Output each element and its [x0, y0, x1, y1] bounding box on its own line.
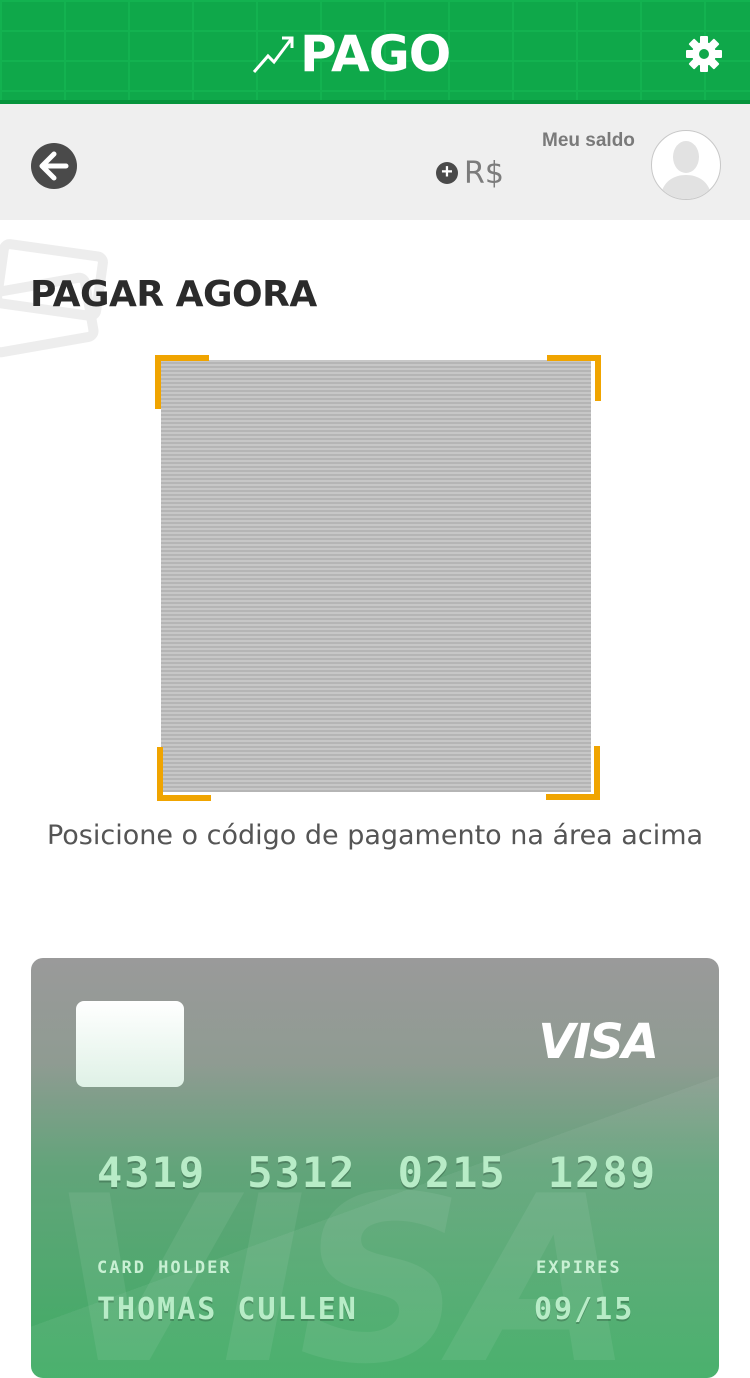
app-logo: PAGO — [252, 26, 452, 82]
user-avatar-icon — [660, 141, 712, 199]
card-number-group: 5312 — [247, 1148, 357, 1197]
arrow-left-icon — [31, 143, 77, 189]
card-number-group: 4319 — [97, 1148, 207, 1197]
scanner-corner-bottom-right — [546, 746, 600, 800]
scanner-corner-bottom-left — [157, 747, 211, 801]
logo-text: PAGO — [300, 25, 451, 83]
trend-arrow-icon — [252, 36, 294, 73]
card-number: 4319 5312 0215 1289 — [97, 1148, 657, 1197]
avatar[interactable] — [651, 130, 721, 200]
scan-instruction: Posicione o código de pagamento na área … — [46, 820, 704, 851]
card-brand-logo: VISA — [538, 1014, 659, 1070]
card-expires-value: 09/15 — [534, 1292, 635, 1327]
balance-label: Meu saldo — [542, 130, 635, 151]
card-number-group: 1289 — [547, 1148, 657, 1197]
page-title: PAGAR AGORA — [30, 274, 317, 315]
scanner-corner-top-left — [155, 355, 209, 409]
back-button[interactable] — [30, 142, 78, 190]
scanner-corner-top-right — [547, 355, 601, 401]
credit-card[interactable]: VISA VISA 4319 5312 0215 1289 CARD HOLDE… — [31, 958, 719, 1378]
balance-bar — [0, 104, 750, 220]
plus-circle-icon: + — [436, 162, 458, 184]
app-header: PAGO — [0, 0, 750, 104]
gear-icon — [686, 36, 722, 72]
settings-button[interactable] — [684, 34, 724, 74]
card-chip — [76, 1001, 184, 1087]
card-expires-label: EXPIRES — [536, 1258, 622, 1278]
card-number-group: 0215 — [397, 1148, 507, 1197]
add-balance-button[interactable]: + R$ — [436, 155, 504, 191]
scanner-area[interactable] — [161, 360, 591, 792]
balance-amount: R$ — [464, 155, 504, 191]
card-holder-name: THOMAS CULLEN — [97, 1292, 358, 1327]
card-holder-label: CARD HOLDER — [97, 1258, 232, 1278]
